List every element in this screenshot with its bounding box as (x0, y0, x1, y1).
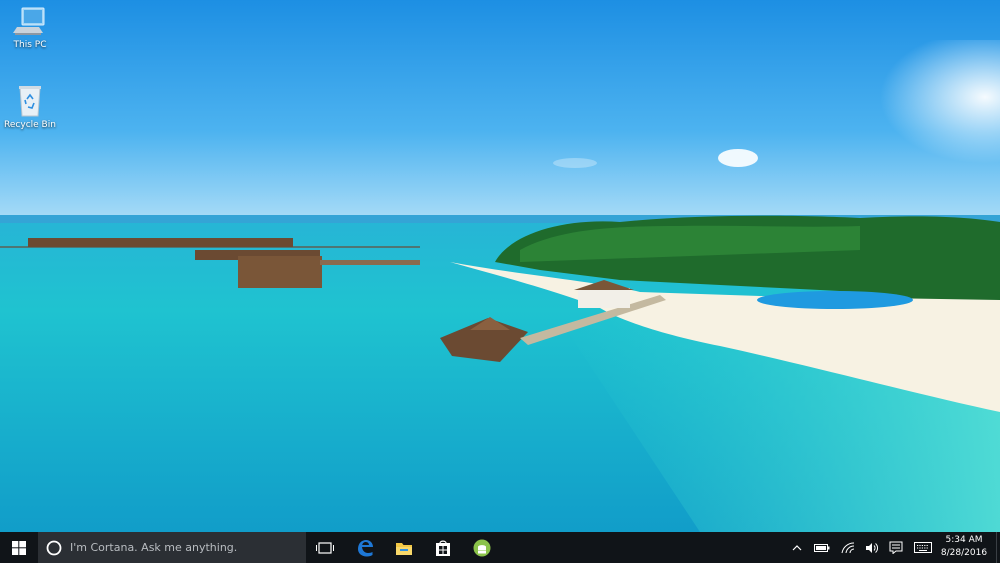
wallpaper (0, 0, 1000, 532)
store-icon (436, 540, 450, 556)
desktop[interactable]: This PC Recycle Bin (0, 0, 1000, 532)
task-view-button[interactable] (306, 532, 344, 563)
cortana-icon (46, 540, 62, 555)
clock-date: 8/28/2016 (940, 548, 988, 558)
notification-icon (889, 541, 903, 554)
recycle-bin-icon (19, 86, 41, 117)
search-placeholder: I'm Cortana. Ask me anything. (70, 541, 238, 554)
folder-icon (396, 542, 412, 555)
volume-icon (866, 542, 878, 553)
battery-button[interactable] (810, 532, 834, 563)
edge-icon (358, 539, 373, 556)
taskbar: I'm Cortana. Ask me anything. 5:34 AM 8/… (0, 532, 1000, 563)
this-pc-icon (13, 7, 45, 35)
cortana-search-box[interactable]: I'm Cortana. Ask me anything. (38, 532, 306, 563)
store-button[interactable] (424, 532, 462, 563)
clock[interactable]: 5:34 AM 8/28/2016 (934, 534, 994, 560)
file-explorer-button[interactable] (385, 532, 423, 563)
task-view-icon (316, 541, 334, 554)
keyboard-icon (914, 542, 932, 553)
edge-button[interactable] (346, 532, 384, 563)
desktop-icon-label: Recycle Bin (4, 120, 56, 130)
android-app-button[interactable] (463, 532, 501, 563)
touch-keyboard-button[interactable] (910, 532, 936, 563)
network-button[interactable] (836, 532, 860, 563)
show-hidden-icons-button[interactable] (786, 532, 808, 563)
start-button[interactable] (0, 532, 38, 563)
show-desktop-button[interactable] (996, 532, 1000, 563)
action-center-button[interactable] (884, 532, 908, 563)
android-icon (473, 539, 491, 556)
desktop-icon-label: This PC (13, 40, 47, 50)
wifi-icon (841, 541, 855, 553)
chevron-up-icon (792, 544, 802, 550)
windows-logo-icon (12, 540, 26, 555)
battery-icon (814, 543, 830, 552)
desktop-icon-recycle-bin[interactable]: Recycle Bin (0, 84, 60, 130)
volume-button[interactable] (860, 532, 884, 563)
desktop-icon-this-pc[interactable]: This PC (0, 6, 60, 50)
clock-time: 5:34 AM (945, 535, 983, 545)
